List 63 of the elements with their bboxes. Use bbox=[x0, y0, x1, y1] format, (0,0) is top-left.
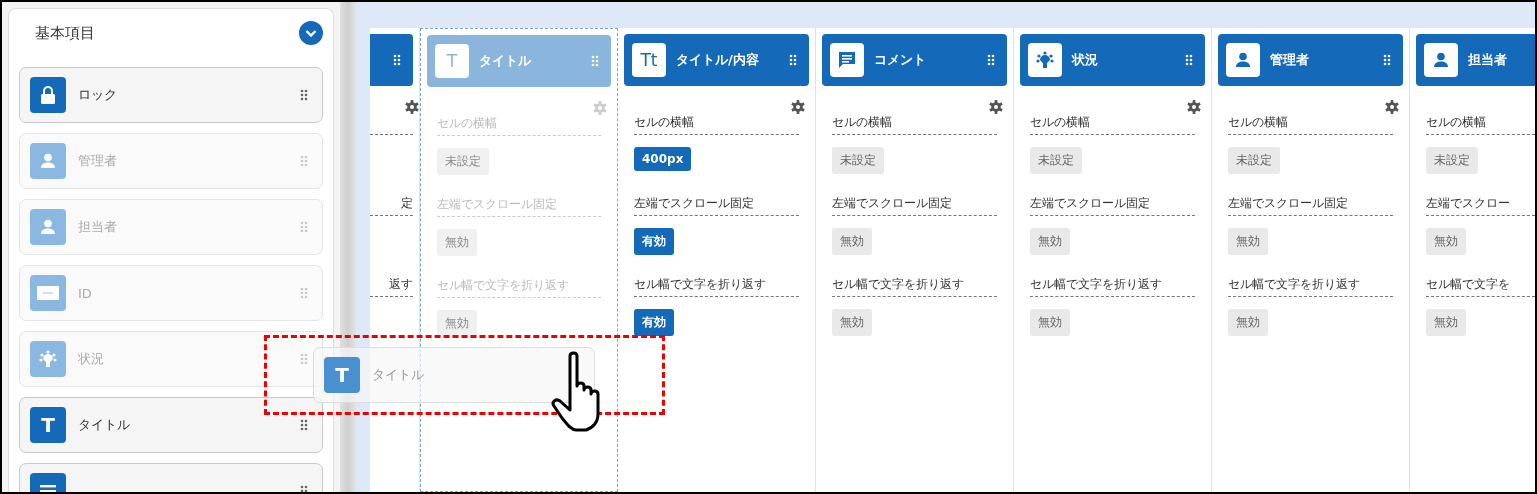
setting-value[interactable]: 無効 bbox=[437, 310, 477, 337]
setting-value[interactable]: 無効 bbox=[1228, 228, 1268, 255]
setting-label: 返す bbox=[370, 276, 413, 297]
setting-value[interactable]: 未設定 bbox=[1426, 147, 1478, 174]
column-title: 状況 bbox=[1072, 51, 1098, 69]
setting-label: セル幅で文字を折り返す bbox=[634, 276, 799, 297]
setting-value[interactable]: 未設定 bbox=[1228, 147, 1280, 174]
setting-value[interactable]: 未設定 bbox=[832, 147, 884, 174]
setting-label: セルの横幅 bbox=[1228, 114, 1393, 135]
setting-label: セル幅で文字を bbox=[1426, 276, 1535, 297]
setting-label: セルの横幅 bbox=[634, 114, 799, 135]
setting-value[interactable]: 400px bbox=[634, 147, 692, 171]
setting-value[interactable]: 無効 bbox=[437, 229, 477, 256]
setting-value[interactable]: 未設定 bbox=[437, 148, 489, 175]
setting-value[interactable]: 無効 bbox=[832, 309, 872, 336]
field-item[interactable]: ロック bbox=[19, 67, 323, 123]
setting-value[interactable]: 未設定 bbox=[1030, 147, 1082, 174]
setting-value[interactable]: 無効 bbox=[1426, 228, 1466, 255]
setting-value[interactable]: 無効 bbox=[1030, 228, 1070, 255]
setting-label: セルの横幅 bbox=[1030, 114, 1195, 135]
setting-label: セルの横幅 bbox=[832, 114, 997, 135]
setting-label: セルの横幅 bbox=[437, 115, 601, 136]
setting-label: セル幅で文字を折り返す bbox=[832, 276, 997, 297]
column-header[interactable]: コメント bbox=[822, 34, 1007, 86]
setting-label: 左端でスクロー bbox=[1426, 195, 1535, 216]
setting-label: 左端でスクロール固定 bbox=[634, 195, 799, 216]
setting-label: 左端でスクロール固定 bbox=[1030, 195, 1195, 216]
setting-label: 左端でスクロール固定 bbox=[1228, 195, 1393, 216]
setting-value[interactable]: 無効 bbox=[1426, 309, 1466, 336]
field-label: ロック bbox=[78, 86, 117, 104]
column-title: タイトル/内容 bbox=[676, 51, 759, 69]
column-title: 管理者 bbox=[1270, 51, 1309, 69]
setting-label: セル幅で文字を折り返す bbox=[1030, 276, 1195, 297]
field-label: タイトル bbox=[372, 366, 424, 384]
setting-value[interactable]: 無効 bbox=[1228, 309, 1268, 336]
column-header[interactable]: 状況 bbox=[1020, 34, 1205, 86]
text-icon: T bbox=[435, 44, 469, 78]
column-title: コメント bbox=[874, 51, 926, 69]
setting-label: セル幅で文字を折り返す bbox=[1228, 276, 1393, 297]
setting-value[interactable]: 有効 bbox=[634, 309, 674, 336]
text-icon: Tt bbox=[632, 43, 666, 77]
field-label: 状況 bbox=[78, 350, 104, 368]
column-header[interactable]: 担当者 bbox=[1416, 34, 1535, 86]
setting-label: 左端でスクロール固定 bbox=[832, 195, 997, 216]
field-label: タイトル bbox=[78, 416, 130, 434]
setting-value[interactable]: 無効 bbox=[832, 228, 872, 255]
setting-label: セルの横幅 bbox=[1426, 114, 1535, 135]
column-title: 担当者 bbox=[1468, 51, 1507, 69]
field-label: 担当者 bbox=[78, 218, 117, 236]
column-header[interactable]: Tt タイトル/内容 bbox=[624, 34, 809, 86]
field-item[interactable]: T タイトル bbox=[19, 397, 323, 453]
field-label: 管理者 bbox=[78, 152, 117, 170]
dragged-field-item[interactable]: T タイトル bbox=[313, 347, 595, 403]
column-title: タイトル bbox=[479, 52, 531, 70]
text-icon: T bbox=[324, 357, 360, 393]
text-icon: T bbox=[30, 407, 66, 443]
column-header[interactable]: 管理者 bbox=[1218, 34, 1403, 86]
setting-value[interactable]: 有効 bbox=[634, 228, 674, 255]
panel-title: 基本項目 bbox=[35, 23, 95, 43]
setting-value[interactable]: 無効 bbox=[1030, 309, 1070, 336]
field-label: ID bbox=[78, 285, 92, 301]
setting-label: 定 bbox=[370, 195, 413, 216]
setting-label: セル幅で文字を折り返す bbox=[437, 277, 601, 298]
